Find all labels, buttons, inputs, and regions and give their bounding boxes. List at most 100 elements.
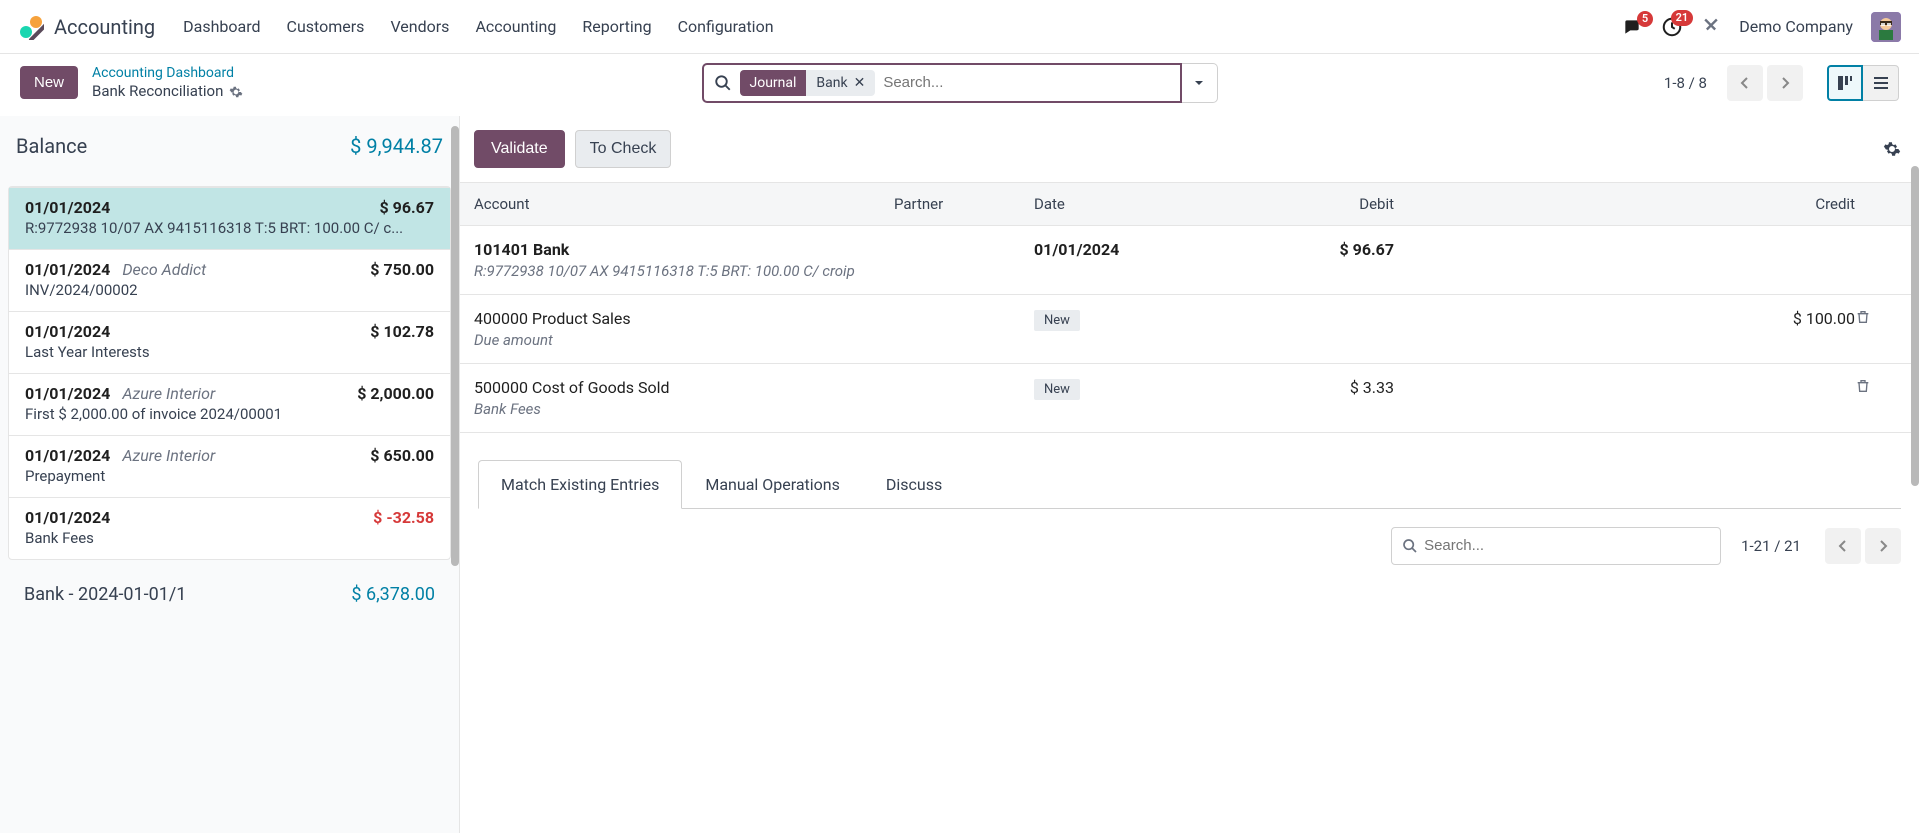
- account-name: 500000 Cost of Goods Sold: [474, 378, 894, 397]
- row-date: 01/01/2024: [1034, 240, 1119, 259]
- balance-amount: $ 9,944.87: [350, 134, 443, 158]
- row-credit: $ 100.00: [1394, 309, 1855, 328]
- statement-amount: $ 6,378.00: [351, 584, 435, 605]
- activities-icon[interactable]: 21: [1661, 16, 1683, 38]
- search-input[interactable]: [883, 74, 1171, 91]
- settings-icon[interactable]: [1883, 140, 1901, 158]
- row-debit: $ 96.67: [1234, 240, 1394, 259]
- tx-amount: $ 96.67: [379, 198, 434, 217]
- messages-icon[interactable]: 5: [1621, 17, 1643, 37]
- left-scrollbar[interactable]: [451, 126, 459, 626]
- tab-search-input[interactable]: [1424, 537, 1710, 554]
- pager-text: 1-8 / 8: [1664, 74, 1707, 92]
- nav-reporting[interactable]: Reporting: [582, 17, 651, 36]
- new-badge: New: [1034, 379, 1080, 400]
- search-box[interactable]: Journal Bank ✕: [702, 63, 1182, 103]
- tab-body: 1-21 / 21: [478, 509, 1901, 565]
- pager-group: 1-8 / 8: [1664, 65, 1899, 101]
- left-footer: Bank - 2024-01-01/1 $ 6,378.00: [8, 580, 451, 605]
- tab-pager-next[interactable]: [1865, 528, 1901, 564]
- topnav-right: 5 21 Demo Company: [1621, 12, 1901, 42]
- tabs-wrap: Match Existing Entries Manual Operations…: [460, 459, 1919, 565]
- account-desc: Bank Fees: [474, 400, 894, 418]
- tx-desc: Last Year Interests: [25, 343, 434, 361]
- tabs: Match Existing Entries Manual Operations…: [478, 459, 1901, 509]
- search-wrap: Journal Bank ✕: [702, 63, 1218, 103]
- company-name[interactable]: Demo Company: [1739, 17, 1853, 36]
- transaction-item[interactable]: 01/01/2024Azure Interior$ 650.00Prepayme…: [9, 435, 450, 497]
- messages-badge: 5: [1637, 11, 1653, 27]
- col-account: Account: [474, 195, 894, 213]
- view-list-icon[interactable]: [1863, 65, 1899, 101]
- nav-customers[interactable]: Customers: [287, 17, 365, 36]
- search-tag-field: Journal: [740, 70, 807, 96]
- grid-body: 101401 Bank R:9772938 10/07 AX 9415116318…: [460, 226, 1919, 433]
- row-debit: $ 3.33: [1234, 378, 1394, 397]
- nav-vendors[interactable]: Vendors: [390, 17, 449, 36]
- trash-icon[interactable]: [1855, 309, 1889, 325]
- new-badge: New: [1034, 310, 1080, 331]
- tab-pager: 1-21 / 21: [1741, 537, 1801, 555]
- tx-date: 01/01/2024: [25, 198, 110, 217]
- tx-desc: INV/2024/00002: [25, 281, 434, 299]
- app-logo[interactable]: Accounting: [18, 14, 155, 40]
- breadcrumb-parent[interactable]: Accounting Dashboard: [92, 65, 234, 81]
- nav-accounting[interactable]: Accounting: [475, 17, 556, 36]
- pager-next[interactable]: [1767, 65, 1803, 101]
- breadcrumb-current: Bank Reconciliation: [92, 82, 223, 102]
- account-name: 101401 Bank: [474, 240, 894, 259]
- app-name: Accounting: [54, 15, 155, 39]
- grid-row[interactable]: 400000 Product SalesDue amountNew$ 100.0…: [460, 295, 1919, 364]
- tab-pager-prev[interactable]: [1825, 528, 1861, 564]
- tx-date: 01/01/2024: [25, 508, 110, 527]
- user-avatar[interactable]: [1871, 12, 1901, 42]
- grid-row[interactable]: 500000 Cost of Goods Sold Bank Fees New $ 3…: [460, 364, 1919, 433]
- transaction-item[interactable]: 01/01/2024 $ 96.67 R:9772938 10/07 AX 9415…: [9, 187, 450, 249]
- to-check-button[interactable]: To Check: [575, 130, 672, 168]
- trash-icon[interactable]: [1855, 378, 1889, 394]
- nav-configuration[interactable]: Configuration: [678, 17, 774, 36]
- tx-partner: Azure Interior: [122, 384, 215, 403]
- tx-amount: $ -32.58: [373, 508, 434, 527]
- tab-search-box[interactable]: [1391, 527, 1721, 565]
- tools-icon[interactable]: [1701, 17, 1721, 37]
- breadcrumb: Accounting Dashboard Bank Reconciliation: [92, 64, 243, 102]
- account-desc: R:9772938 10/07 AX 9415116318 T:5 BRT: 1…: [474, 262, 894, 280]
- tab-match-existing[interactable]: Match Existing Entries: [478, 460, 682, 509]
- tx-desc: R:9772938 10/07 AX 9415116318 T:5 BRT: 1…: [25, 219, 434, 237]
- pager-prev[interactable]: [1727, 65, 1763, 101]
- remove-tag-icon[interactable]: ✕: [854, 75, 866, 91]
- tab-manual-operations[interactable]: Manual Operations: [682, 460, 863, 509]
- col-date: Date: [1034, 195, 1234, 213]
- tx-amount: $ 650.00: [370, 446, 434, 465]
- new-button[interactable]: New: [20, 66, 78, 99]
- search-icon: [714, 74, 732, 92]
- left-panel: Balance $ 9,944.87 01/01/2024 $ 96.67 R:97…: [0, 116, 460, 833]
- view-kanban-icon[interactable]: [1827, 65, 1863, 101]
- tx-partner: Deco Addict: [122, 260, 206, 279]
- search-tag-value-text: Bank: [816, 75, 847, 91]
- transaction-item[interactable]: 01/01/2024Deco Addict$ 750.00INV/2024/00…: [9, 249, 450, 311]
- transaction-item[interactable]: 01/01/2024$ -32.58Bank Fees: [9, 497, 450, 559]
- right-panel: Validate To Check Account Partner Date D…: [460, 116, 1919, 833]
- search-icon: [1402, 538, 1418, 554]
- logo-icon: [18, 14, 44, 40]
- tx-date: 01/01/2024: [25, 322, 110, 341]
- grid-row[interactable]: 101401 Bank R:9772938 10/07 AX 9415116318…: [460, 226, 1919, 295]
- col-credit: Credit: [1394, 195, 1855, 213]
- col-partner: Partner: [894, 195, 1034, 213]
- search-dropdown[interactable]: [1182, 63, 1218, 103]
- validate-button[interactable]: Validate: [474, 130, 565, 168]
- tx-amount: $ 102.78: [370, 322, 434, 341]
- gear-icon[interactable]: [229, 85, 243, 99]
- tx-amount: $ 2,000.00: [357, 384, 434, 403]
- balance-label: Balance: [16, 134, 87, 158]
- account-desc: Due amount: [474, 331, 894, 349]
- top-nav: Accounting Dashboard Customers Vendors A…: [0, 0, 1919, 54]
- transaction-item[interactable]: 01/01/2024Azure Interior$ 2,000.00First …: [9, 373, 450, 435]
- tx-partner: Azure Interior: [122, 446, 215, 465]
- right-scrollbar[interactable]: [1911, 166, 1919, 616]
- transaction-item[interactable]: 01/01/2024 $ 102.78 Last Year Interests: [9, 311, 450, 373]
- tab-discuss[interactable]: Discuss: [863, 460, 965, 509]
- nav-dashboard[interactable]: Dashboard: [183, 17, 260, 36]
